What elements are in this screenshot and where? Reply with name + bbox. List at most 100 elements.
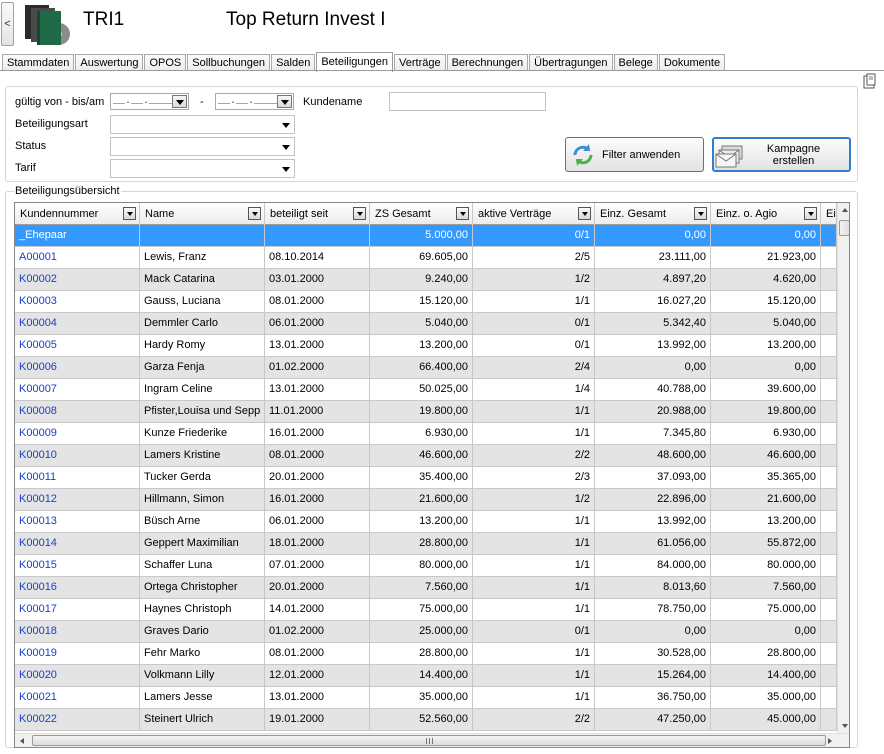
column-header-einz-truncated[interactable]: Ein [821,203,837,225]
customer-number-cell[interactable]: K00004 [15,313,140,335]
horizontal-scrollbar[interactable] [15,733,849,747]
customer-number-cell[interactable]: K00018 [15,621,140,643]
customer-number-cell[interactable]: K00003 [15,291,140,313]
table-row[interactable]: K00014 Geppert Maximilian 18.01.2000 28.800… [15,533,837,555]
panel-title: Beteiligungsübersicht [14,185,121,197]
column-filter-button[interactable] [353,207,366,220]
table-row[interactable]: K00003 Gauss, Luciana 08.01.2000 15.120,00 1… [15,291,837,313]
date-to-dropdown-button[interactable] [277,95,292,108]
date-from-dropdown-button[interactable] [172,95,187,108]
customer-number-cell[interactable]: K00009 [15,423,140,445]
participation-type-select[interactable] [110,115,295,134]
table-row[interactable]: K00007 Ingram Celine 13.01.2000 50.025,00 1/… [15,379,837,401]
vertical-scrollbar[interactable] [837,203,849,733]
status-select[interactable] [110,137,295,156]
customer-number-cell[interactable]: K00010 [15,445,140,467]
tab-belege[interactable]: Belege [613,54,658,71]
customer-number-cell[interactable]: K00002 [15,269,140,291]
name-cell: Lamers Kristine [140,445,265,467]
scroll-down-button[interactable] [838,719,849,733]
tab-dokumente[interactable]: Dokumente [658,54,726,71]
customer-number-cell[interactable]: K00021 [15,687,140,709]
customer-number-cell[interactable]: K00008 [15,401,140,423]
customer-number-cell[interactable]: K00022 [15,709,140,731]
name-cell: Kunze Friederike [140,423,265,445]
customer-number-cell[interactable]: K00019 [15,643,140,665]
table-row[interactable]: K00018 Graves Dario 01.02.2000 25.000,00 0/1… [15,621,837,643]
table-row[interactable]: K00005 Hardy Romy 13.01.2000 13.200,00 0/1 13… [15,335,837,357]
scroll-left-button[interactable] [15,734,29,747]
customer-number-cell[interactable]: _Ehepaar [15,225,140,247]
date-to-field[interactable]: __.__.____ [215,93,294,110]
customer-number-cell[interactable]: K00016 [15,577,140,599]
clipboard-icon[interactable] [861,72,879,90]
customer-number-cell[interactable]: K00017 [15,599,140,621]
customer-number-cell[interactable]: K00013 [15,511,140,533]
apply-filter-button[interactable]: Filter anwenden [565,137,704,172]
table-row[interactable]: K00013 Büsch Arne 06.01.2000 13.200,00 1/1 13… [15,511,837,533]
chevron-down-icon [697,211,704,216]
column-header-name[interactable]: Name [140,203,265,225]
column-header-customer-number[interactable]: Kundennummer [15,203,140,225]
column-filter-button[interactable] [248,207,261,220]
customer-number-cell[interactable]: K00015 [15,555,140,577]
active-contracts-cell: 1/1 [473,401,595,423]
customer-name-input[interactable] [389,92,546,111]
tab-beteiligungen[interactable]: Beteiligungen [316,52,393,72]
date-from-field[interactable]: __.__.____ [110,93,189,110]
tab-berechnungen[interactable]: Berechnungen [446,54,529,71]
table-row[interactable]: K00019 Fehr Marko 08.01.2000 28.800,00 1/1 30… [15,643,837,665]
customer-number-cell[interactable]: K00005 [15,335,140,357]
table-row[interactable]: K00010 Lamers Kristine 08.01.2000 46.600,00… [15,445,837,467]
table-row[interactable]: K00009 Kunze Friederike 16.01.2000 6.930,00… [15,423,837,445]
column-filter-button[interactable] [123,207,136,220]
tab-stammdaten[interactable]: Stammdaten [2,54,75,71]
customer-number-cell[interactable]: K00012 [15,489,140,511]
table-row[interactable]: K00006 Garza Fenja 01.02.2000 66.400,00 2/4 0… [15,357,837,379]
customer-number-cell[interactable]: K00011 [15,467,140,489]
table-row[interactable]: K00011 Tucker Gerda 20.01.2000 35.400,00 2/3… [15,467,837,489]
table-row[interactable]: K00017 Haynes Christoph 14.01.2000 75.000,0… [15,599,837,621]
column-header-einz-total[interactable]: Einz. Gesamt [595,203,711,225]
column-header-active-contracts[interactable]: aktive Verträge [473,203,595,225]
tab-sollbuchungen[interactable]: Sollbuchungen [187,54,271,71]
tab-übertragungen[interactable]: Übertragungen [529,54,613,71]
column-header-participating-since[interactable]: beteiligt seit [265,203,370,225]
vertical-scroll-thumb[interactable] [839,220,849,236]
customer-number-cell[interactable]: A00001 [15,247,140,269]
customer-number-cell[interactable]: K00006 [15,357,140,379]
customer-number-cell[interactable]: K00014 [15,533,140,555]
table-row[interactable]: K00008 Pfister,Louisa und Sepp 11.01.2000 1… [15,401,837,423]
tab-opos[interactable]: OPOS [144,54,187,71]
tab-verträge[interactable]: Verträge [394,54,446,71]
table-row[interactable]: K00002 Mack Catarina 03.01.2000 9.240,00 1/2… [15,269,837,291]
column-filter-button[interactable] [456,207,469,220]
horizontal-scroll-thumb[interactable] [32,735,826,746]
back-button[interactable]: < [1,2,14,46]
create-campaign-button[interactable]: Kampagne erstellen [712,137,851,172]
table-row[interactable]: K00015 Schaffer Luna 07.01.2000 80.000,00 1/… [15,555,837,577]
column-filter-button[interactable] [694,207,707,220]
column-header-zs-total[interactable]: ZS Gesamt [370,203,473,225]
table-row[interactable]: K00022 Steinert Ulrich 19.01.2000 52.560,00… [15,709,837,731]
tab-salden[interactable]: Salden [271,54,316,71]
since-cell: 13.01.2000 [265,335,370,357]
scroll-right-button[interactable] [823,734,837,747]
scroll-up-button[interactable] [838,203,849,217]
name-cell: Ingram Celine [140,379,265,401]
table-row[interactable]: K00020 Volkmann Lilly 12.01.2000 14.400,00 1… [15,665,837,687]
table-row[interactable]: K00016 Ortega Christopher 20.01.2000 7.560,… [15,577,837,599]
table-row[interactable]: K00021 Lamers Jesse 13.01.2000 35.000,00 1/1… [15,687,837,709]
customer-number-cell[interactable]: K00007 [15,379,140,401]
table-row[interactable]: _Ehepaar 5.000,00 0/1 0,00 0,00 [15,225,837,247]
table-row[interactable]: K00012 Hillmann, Simon 16.01.2000 21.600,00… [15,489,837,511]
tariff-select[interactable] [110,159,295,178]
customer-number-cell[interactable]: K00020 [15,665,140,687]
table-row[interactable]: K00004 Demmler Carlo 06.01.2000 5.040,00 0/1… [15,313,837,335]
column-header-einz-without-agio[interactable]: Einz. o. Agio [711,203,821,225]
table-row[interactable]: A00001 Lewis, Franz 08.10.2014 69.605,00 2/5… [15,247,837,269]
tab-auswertung[interactable]: Auswertung [75,54,144,71]
zs-total-cell: 28.800,00 [370,643,473,665]
column-filter-button[interactable] [578,207,591,220]
column-filter-button[interactable] [804,207,817,220]
